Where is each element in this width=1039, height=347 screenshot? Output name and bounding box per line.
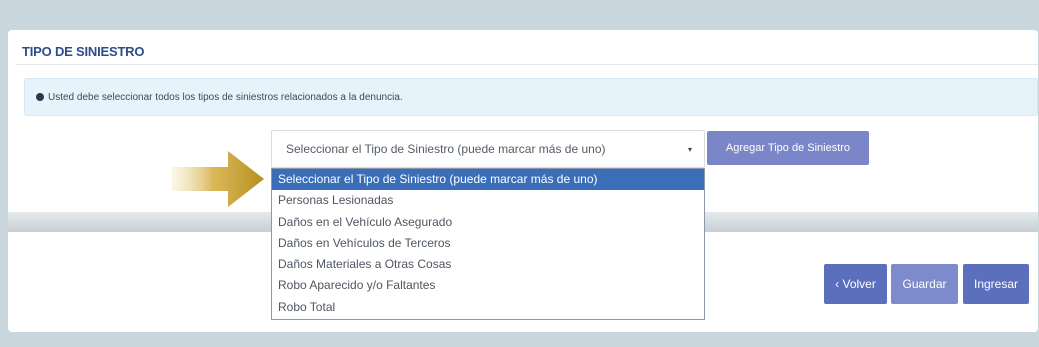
pointer-arrow-icon [172,151,264,207]
submit-button[interactable]: Ingresar [963,264,1029,304]
dropdown-option[interactable]: Seleccionar el Tipo de Siniestro (puede … [272,169,704,191]
title-divider [16,64,1038,65]
dropdown-option[interactable]: Daños en el Vehículo Asegurado [272,212,704,233]
add-claim-type-button[interactable]: Agregar Tipo de Siniestro [707,131,869,165]
claim-type-dropdown-list[interactable]: Seleccionar el Tipo de Siniestro (puede … [271,168,705,320]
info-message: Usted debe seleccionar todos los tipos d… [48,91,403,103]
back-button[interactable]: ‹ Volver [824,264,887,304]
dropdown-option[interactable]: Personas Lesionadas [272,190,704,211]
info-alert: Usted debe seleccionar todos los tipos d… [24,78,1038,116]
claim-type-panel: TIPO DE SINIESTRO Usted debe seleccionar… [8,30,1038,332]
dropdown-option[interactable]: Robo Aparecido y/o Faltantes [272,275,704,296]
select-current-value: Seleccionar el Tipo de Siniestro (puede … [286,142,606,156]
dropdown-option[interactable]: Daños Materiales a Otras Cosas [272,254,704,275]
dropdown-option[interactable]: Robo Total [272,297,704,318]
section-title: TIPO DE SINIESTRO [22,44,145,59]
dropdown-option[interactable]: Daños en Vehículos de Terceros [272,233,704,254]
info-circle-icon [36,93,44,101]
claim-type-select[interactable]: Seleccionar el Tipo de Siniestro (puede … [271,130,705,168]
save-button[interactable]: Guardar [891,264,958,304]
chevron-down-icon: ▾ [687,144,692,154]
